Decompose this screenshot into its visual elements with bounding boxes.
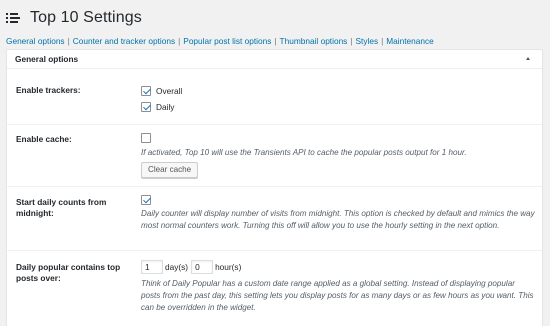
- cache-label: Enable cache:: [16, 134, 72, 144]
- tab-thumbnail-options[interactable]: Thumbnail options: [280, 36, 348, 46]
- row-divider: [7, 124, 542, 125]
- page-header: Top 10 Settings: [6, 7, 142, 29]
- daily-tracker-checkbox[interactable]: [141, 101, 151, 112]
- tab-counter-tracker-options[interactable]: Counter and tracker options: [73, 36, 175, 46]
- midnight-field: Daily counter will display number of vis…: [141, 194, 536, 231]
- collapse-arrow-icon[interactable]: [526, 57, 530, 60]
- list-icon: [6, 12, 20, 25]
- general-options-panel: General options Enable trackers: Overall…: [6, 49, 543, 326]
- nav-separator: |: [274, 36, 277, 46]
- nav-separator: |: [178, 36, 181, 46]
- days-input[interactable]: 1: [141, 260, 163, 274]
- nav-separator: |: [350, 36, 353, 46]
- tab-general-options[interactable]: General options: [6, 36, 65, 46]
- start-from-midnight-checkbox[interactable]: [141, 194, 151, 205]
- tab-styles[interactable]: Styles: [356, 36, 379, 46]
- trackers-label: Enable trackers:: [16, 85, 81, 95]
- trackers-field: Overall Daily: [141, 84, 182, 113]
- daily-range-field: 1 day(s) 0 hour(s) Think of Daily Popular h…: [141, 260, 536, 313]
- tab-maintenance[interactable]: Maintenance: [386, 36, 434, 46]
- daily-range-description: Think of Daily Popular has a custom date…: [141, 279, 534, 312]
- midnight-description: Daily counter will display number of vis…: [141, 208, 535, 230]
- tab-popular-post-list-options[interactable]: Popular post list options: [183, 36, 271, 46]
- panel-header[interactable]: General options: [7, 50, 542, 69]
- cache-field: If activated, Top 10 will use the Transi…: [141, 132, 536, 178]
- row-divider: [7, 250, 542, 251]
- overall-label: Overall: [156, 85, 183, 96]
- page-title: Top 10 Settings: [30, 9, 142, 26]
- cache-description: If activated, Top 10 will use the Transi…: [141, 147, 467, 157]
- hours-unit-label: hour(s): [215, 262, 242, 272]
- row-divider: [7, 186, 542, 187]
- nav-separator: |: [67, 36, 70, 46]
- hours-input[interactable]: 0: [191, 260, 214, 274]
- daily-label: Daily: [156, 101, 175, 112]
- midnight-label: Start daily counts from midnight:: [16, 197, 107, 218]
- panel-title: General options: [15, 54, 79, 64]
- daily-range-label: Daily popular contains top posts over:: [16, 262, 121, 283]
- settings-tabs-nav: General options | Counter and tracker opti…: [6, 36, 434, 46]
- enable-cache-checkbox[interactable]: [141, 132, 151, 143]
- overall-tracker-checkbox[interactable]: [141, 85, 151, 96]
- clear-cache-button[interactable]: Clear cache: [141, 161, 199, 178]
- nav-separator: |: [381, 36, 384, 46]
- days-unit-label: day(s): [165, 262, 189, 272]
